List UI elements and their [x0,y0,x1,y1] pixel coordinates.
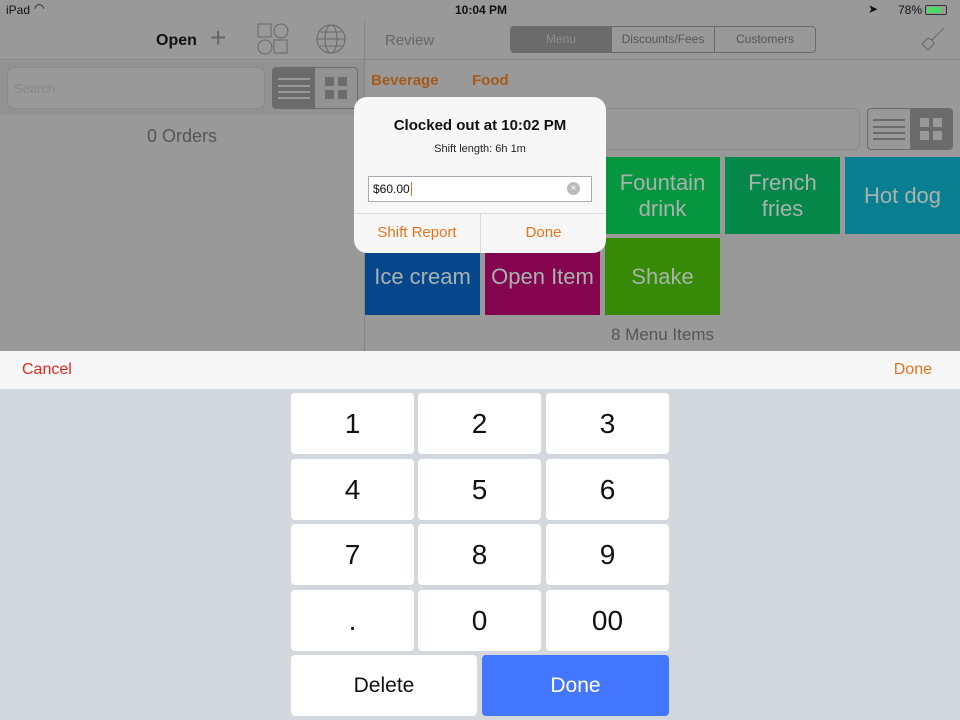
key-decimal[interactable]: . [291,590,414,651]
menu-tile[interactable]: French fries [725,157,840,234]
dialog-done-button[interactable]: Done [481,213,606,253]
key-delete-button[interactable]: Delete [291,655,477,716]
review-button[interactable]: Review [385,32,434,49]
menu-count: 8 Menu Items [611,325,714,344]
key-7[interactable]: 7 [291,524,414,585]
category-food[interactable]: Food [472,72,509,89]
list-view-icon[interactable] [868,109,910,149]
key-2[interactable]: 2 [418,393,541,454]
key-4[interactable]: 4 [291,459,414,520]
cash-amount-value: $60.00 [373,182,410,196]
orders-header: Open + [0,20,365,60]
orders-count: 0 Orders [146,126,218,146]
location-icon: ➤ [868,2,879,16]
grid-view-icon[interactable] [910,109,952,149]
key-6[interactable]: 6 [546,459,669,520]
cash-amount-input[interactable]: $60.00 [368,176,592,202]
brush-icon[interactable] [920,26,946,52]
numeric-keypad: 1 2 3 4 5 6 7 8 9. 0 00 Delete Done [0,389,960,720]
key-done-button[interactable]: Done [482,655,669,716]
grid-view-icon[interactable] [315,68,357,108]
toolbar-done-button[interactable]: Done [894,361,932,379]
device-label: iPad [6,3,31,17]
menu-view-toggle[interactable] [867,108,953,150]
keyboard-toolbar: Cancel Done [0,351,960,389]
battery-icon [925,5,947,15]
shift-report-button[interactable]: Shift Report [354,213,480,253]
open-title: Open [156,32,197,49]
clear-icon[interactable]: × [567,182,580,195]
menu-tile[interactable]: Hot dog [845,157,960,234]
menu-tabs: Menu Discounts/Fees Customers [510,26,816,53]
menu-tile[interactable]: Shake [605,238,720,315]
orders-search-input[interactable]: Search [7,67,265,109]
cancel-button[interactable]: Cancel [22,361,72,379]
orders-view-toggle[interactable] [272,67,358,109]
category-beverage[interactable]: Beverage [371,72,439,89]
globe-icon[interactable] [315,23,347,55]
status-bar: iPad ◠ 10:04 PM ➤ 78% [0,0,960,20]
tab-discounts-fees[interactable]: Discounts/Fees [611,27,714,52]
key-5[interactable]: 5 [418,459,541,520]
key-0[interactable]: 0 [418,590,541,651]
wifi-icon: ◠ [34,1,45,15]
shapes-icon[interactable] [257,23,289,55]
key-3[interactable]: 3 [546,393,669,454]
tab-menu[interactable]: Menu [511,27,611,52]
dialog-title: Clocked out at 10:02 PM [393,117,567,134]
clock: 10:04 PM [455,3,508,17]
add-order-icon[interactable]: + [210,22,226,54]
menu-tile[interactable]: Fountain drink [605,157,720,234]
key-8[interactable]: 8 [418,524,541,585]
dialog-subtitle: Shift length: 6h 1m [434,143,526,155]
key-1[interactable]: 1 [291,393,414,454]
battery-percent: 78% [898,3,923,17]
tab-customers[interactable]: Customers [714,27,815,52]
key-00[interactable]: 00 [546,590,669,651]
list-view-icon[interactable] [273,68,315,108]
key-9[interactable]: 9 [546,524,669,585]
clock-out-dialog: Clocked out at 10:02 PM Shift length: 6h… [354,97,606,253]
